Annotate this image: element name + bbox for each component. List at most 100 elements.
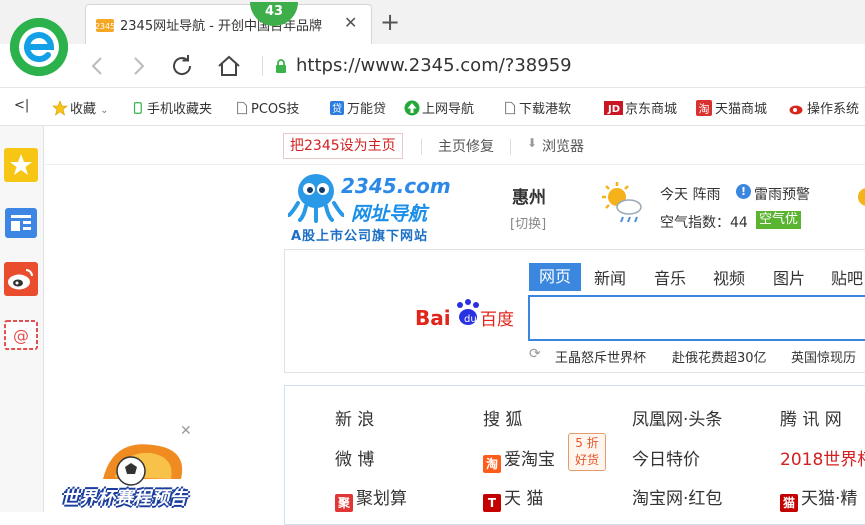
hot-search-item[interactable]: 英国惊现历 <box>791 347 856 366</box>
divider <box>262 56 263 76</box>
taobao-icon: 淘 <box>483 455 501 473</box>
set-home-button[interactable]: 把2345设为主页 <box>283 133 403 159</box>
link-sohu[interactable]: 搜 狐 <box>483 405 522 430</box>
close-icon[interactable]: ✕ <box>344 13 357 32</box>
bookmark-label: 下载港软 <box>519 102 572 117</box>
chevron-right-icon[interactable] <box>126 52 152 80</box>
url-field[interactable]: https://www.2345.com/?38959 <box>296 55 572 76</box>
svg-text:Bai: Bai <box>415 306 451 330</box>
aqi-label: 空气指数：44 <box>660 215 748 231</box>
tab-web[interactable]: 网页 <box>529 263 581 291</box>
link-aitaobao[interactable]: 淘爱淘宝 <box>483 445 555 473</box>
tab-video[interactable]: 视频 <box>713 265 745 289</box>
worldcup-ball-icon[interactable] <box>93 439 193 489</box>
tmall-icon: 淘 <box>696 100 712 116</box>
tmall-icon: T <box>483 494 501 512</box>
link-ifeng[interactable]: 凤凰网·头条 <box>632 405 722 430</box>
promo-line: 5 折 <box>575 436 599 450</box>
link-sina[interactable]: 新 浪 <box>335 405 374 430</box>
sidebar-toggle-button[interactable]: <| <box>14 98 29 113</box>
divider <box>421 139 422 155</box>
bookmark-web-nav[interactable]: 上网导航 <box>404 98 474 117</box>
divider <box>510 139 511 155</box>
link-label: 聚划算 <box>356 489 407 509</box>
svg-text:du: du <box>464 314 477 325</box>
bookmark-label: 天猫商城 <box>715 102 768 117</box>
tab-tieba[interactable]: 贴吧 <box>831 265 863 289</box>
ad-banner-text[interactable]: 世界杯赛程预告 <box>61 484 187 510</box>
bookmark-label: 操作系统 <box>807 102 860 117</box>
2345-favicon-icon: 2345 <box>96 19 114 32</box>
weather-alert-link[interactable]: 雷雨预警 <box>754 184 810 204</box>
weather-today[interactable]: 今天 阵雨 <box>660 184 720 204</box>
svg-text:百度: 百度 <box>480 310 514 330</box>
navigation-bar: https://www.2345.com/?38959 <box>0 44 865 88</box>
star-icon[interactable] <box>4 148 38 182</box>
svg-text:JD: JD <box>607 104 620 115</box>
bookmarks-bar: <| 收藏 ⌄ 手机收藏夹 PCOS技 贷万能贷 上网导航 下载港软 JD 京东商… <box>0 88 865 126</box>
link-tencent[interactable]: 腾 讯 网 <box>780 405 842 430</box>
home-icon[interactable] <box>216 52 242 80</box>
bookmark-label: 手机收藏夹 <box>147 102 213 117</box>
city-switch-link[interactable]: [切换] <box>510 213 546 232</box>
brand-name[interactable]: 网址导航 <box>351 199 427 226</box>
link-tmall[interactable]: T天 猫 <box>483 484 543 512</box>
baidu-logo-icon[interactable]: Bai du 百度 <box>415 297 515 333</box>
link-worldcup[interactable]: 2018世界杯 <box>780 445 865 470</box>
mail-icon[interactable]: @ <box>4 318 38 352</box>
bookmark-download[interactable]: 下载港软 <box>504 98 571 117</box>
top-strip: 把2345设为主页 主页修复 ⬇ 浏览器 <box>45 127 865 165</box>
browser-logo-icon[interactable] <box>10 18 68 76</box>
page-content: 把2345设为主页 主页修复 ⬇ 浏览器 2345.com 网址导航 A股上市公… <box>45 127 865 525</box>
sun-icon <box>858 188 865 206</box>
link-tmall-2[interactable]: 猫天猫·精 <box>780 484 857 512</box>
bookmark-label: 收藏 <box>70 102 97 117</box>
tab-music[interactable]: 音乐 <box>654 265 686 289</box>
home-repair-link[interactable]: 主页修复 <box>438 136 494 156</box>
browser-tab[interactable]: 2345 2345网址导航 - 开创中国百年品牌 ✕ <box>85 4 372 44</box>
bookmark-favorites[interactable]: 收藏 ⌄ <box>52 98 109 117</box>
svg-text:@: @ <box>13 326 29 345</box>
bookmark-pcos[interactable]: PCOS技 <box>236 98 299 117</box>
bookmark-os[interactable]: 操作系统 <box>789 98 859 117</box>
hot-search-item[interactable]: 赴俄花费超30亿 <box>672 347 767 366</box>
reader-icon[interactable] <box>4 206 38 240</box>
refresh-icon[interactable]: ⟳ <box>529 346 541 362</box>
star-icon <box>52 100 68 116</box>
link-weibo[interactable]: 微 博 <box>335 445 374 470</box>
bookmark-label: PCOS技 <box>251 102 300 117</box>
link-taobao-redpack[interactable]: 淘宝网·红包 <box>632 484 722 509</box>
hot-search-item[interactable]: 王晶怒斥世界杯 <box>555 347 646 366</box>
link-juhuasuan[interactable]: 聚聚划算 <box>335 484 407 512</box>
tab-strip: 2345 2345网址导航 - 开创中国百年品牌 ✕ 43 + <box>0 0 865 44</box>
brand-subtitle: A股上市公司旗下网站 <box>291 229 429 244</box>
city-name[interactable]: 惠州 <box>512 183 546 208</box>
bookmark-label: 上网导航 <box>422 102 475 117</box>
aqi-badge: 空气优 <box>756 211 802 229</box>
bookmark-mobile[interactable]: 手机收藏夹 <box>133 98 212 117</box>
chevron-left-icon[interactable] <box>84 52 110 80</box>
bookmark-tmall[interactable]: 淘天猫商城 <box>695 98 767 117</box>
svg-text:淘: 淘 <box>699 103 710 116</box>
tab-images[interactable]: 图片 <box>773 265 805 289</box>
octopus-mascot-icon[interactable] <box>288 171 344 223</box>
browser-link[interactable]: 浏览器 <box>542 136 584 156</box>
bookmark-wannengdai[interactable]: 贷万能贷 <box>329 98 386 117</box>
link-daily-deals[interactable]: 今日特价 <box>632 445 700 470</box>
tab-news[interactable]: 新闻 <box>594 265 626 289</box>
plus-icon[interactable]: + <box>380 8 400 36</box>
weibo-like-icon <box>789 105 803 115</box>
promo-line: 好货 <box>574 453 599 467</box>
refresh-icon[interactable] <box>170 52 196 80</box>
promo-badge[interactable]: 5 折好货 <box>568 433 606 471</box>
bookmark-label: 京东商城 <box>625 102 678 117</box>
close-icon[interactable]: ✕ <box>180 423 192 439</box>
search-input[interactable] <box>528 295 865 341</box>
bookmark-jd[interactable]: JD 京东商城 <box>601 98 677 117</box>
chevron-down-icon: ⌄ <box>100 105 109 116</box>
jd-icon: JD <box>604 101 623 115</box>
weibo-icon[interactable] <box>4 262 38 296</box>
brand-domain[interactable]: 2345.com <box>341 174 451 198</box>
sun-rain-icon <box>602 182 642 223</box>
svg-text:贷: 贷 <box>332 102 342 115</box>
